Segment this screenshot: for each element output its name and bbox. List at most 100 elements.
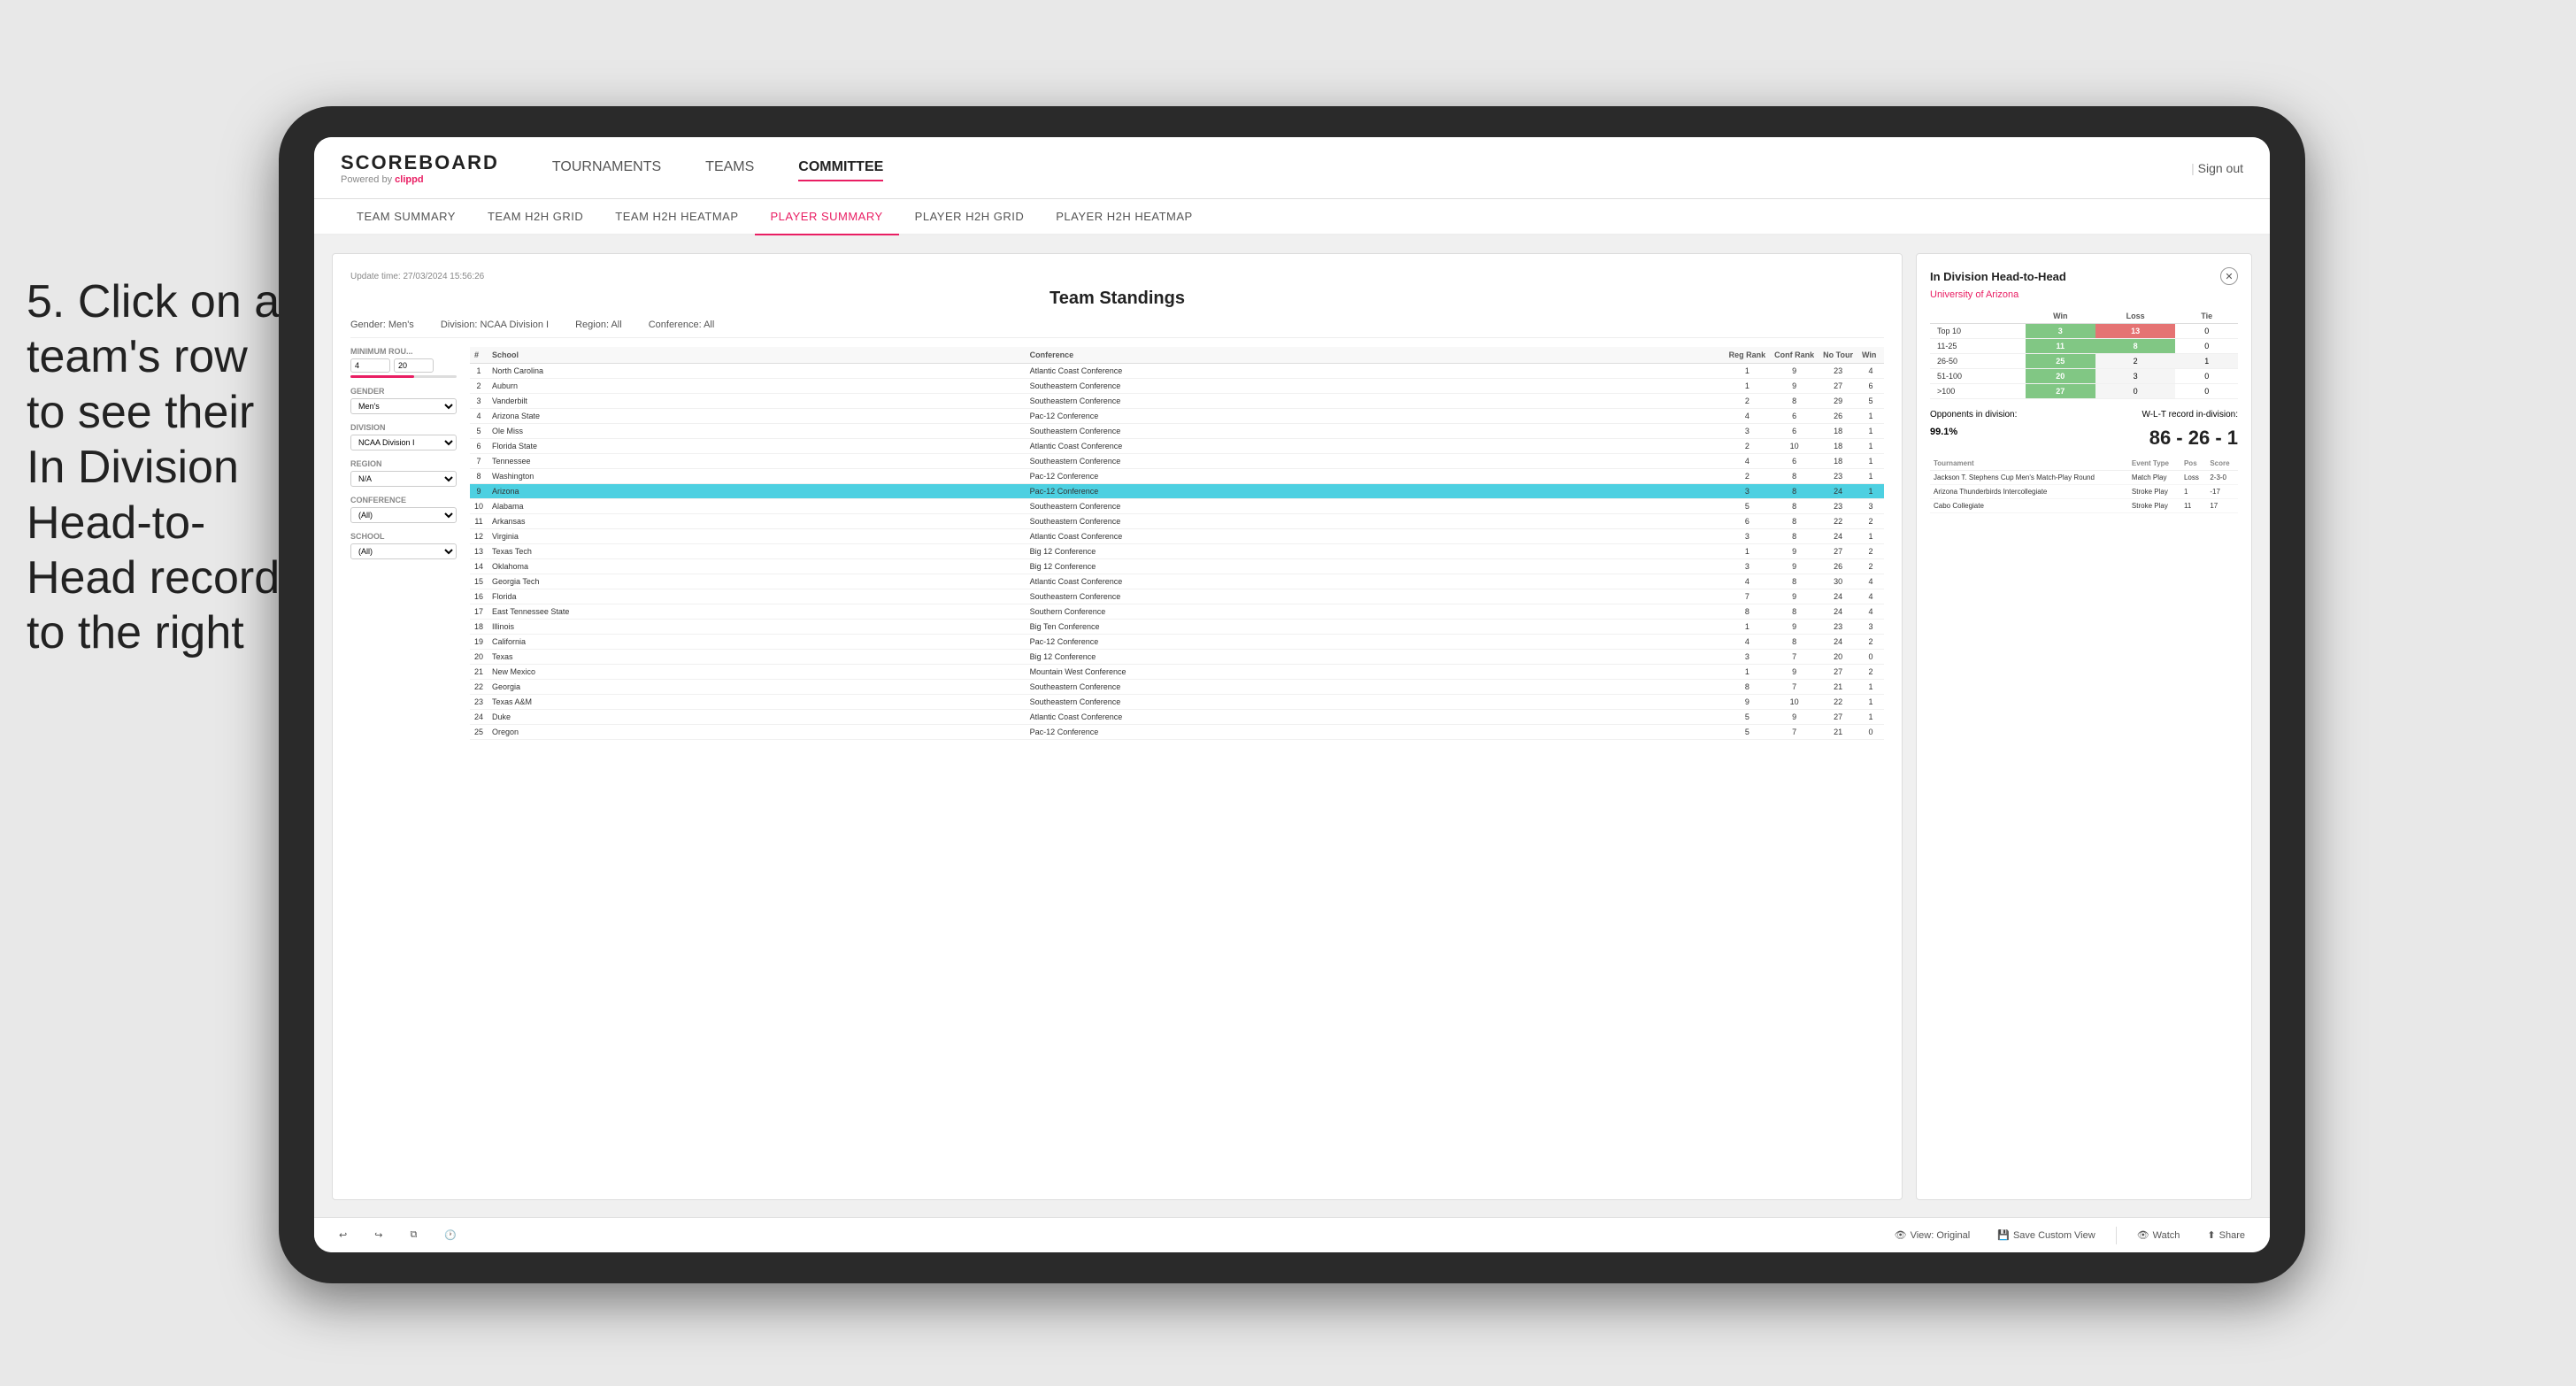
cell-school: Virginia [488, 529, 1026, 544]
redo-button[interactable]: ↪ [367, 1226, 389, 1244]
nav-tournaments[interactable]: TOURNAMENTS [552, 155, 661, 181]
cell-rank: 7 [470, 454, 488, 469]
col-no-tour: No Tour [1819, 347, 1857, 364]
cell-conf-rank: 8 [1770, 394, 1819, 409]
table-row[interactable]: 4 Arizona State Pac-12 Conference 4 6 26… [470, 409, 1884, 424]
table-row[interactable]: 25 Oregon Pac-12 Conference 5 7 21 0 [470, 725, 1884, 740]
table-row[interactable]: 5 Ole Miss Southeastern Conference 3 6 1… [470, 424, 1884, 439]
view-original-button[interactable]: 👁 View: Original [1888, 1226, 1978, 1244]
cell-win: 0 [1857, 650, 1884, 665]
nav-committee[interactable]: COMMITTEE [798, 155, 883, 181]
table-row[interactable]: 23 Texas A&M Southeastern Conference 9 1… [470, 695, 1884, 710]
h2h-loss: 2 [2095, 354, 2176, 369]
filter-conference-label: Conference [350, 496, 457, 504]
table-row[interactable]: 1 North Carolina Atlantic Coast Conferen… [470, 364, 1884, 379]
share-button[interactable]: ⬆ Share [2200, 1226, 2252, 1244]
tournament-table: Tournament Event Type Pos Score Jackson … [1930, 457, 2238, 513]
cell-rank: 11 [470, 514, 488, 529]
filter-region-label: Region [350, 459, 457, 468]
h2h-loss: 13 [2095, 324, 2176, 339]
table-row[interactable]: 14 Oklahoma Big 12 Conference 3 9 26 2 [470, 559, 1884, 574]
cell-reg-rank: 3 [1725, 529, 1771, 544]
tablet-frame: SCOREBOARD Powered by clippd TOURNAMENTS… [279, 106, 2305, 1283]
subnav-player-summary[interactable]: PLAYER SUMMARY [755, 199, 899, 235]
cell-conference: Pac-12 Conference [1026, 725, 1725, 740]
cell-rank: 10 [470, 499, 488, 514]
tour-col-type: Event Type [2128, 457, 2180, 471]
table-row[interactable]: 8 Washington Pac-12 Conference 2 8 23 1 [470, 469, 1884, 484]
subnav-team-h2h-heatmap[interactable]: TEAM H2H HEATMAP [599, 199, 754, 234]
subnav-player-h2h-grid[interactable]: PLAYER H2H GRID [899, 199, 1041, 234]
table-row[interactable]: 2 Auburn Southeastern Conference 1 9 27 … [470, 379, 1884, 394]
table-body: 1 North Carolina Atlantic Coast Conferen… [470, 364, 1884, 740]
cell-school: Ole Miss [488, 424, 1026, 439]
min-rounds-min-input[interactable] [350, 358, 390, 373]
cell-rank: 6 [470, 439, 488, 454]
save-custom-button[interactable]: 💾 Save Custom View [1990, 1226, 2102, 1244]
school-select[interactable]: (All) [350, 543, 457, 559]
table-row[interactable]: 22 Georgia Southeastern Conference 8 7 2… [470, 680, 1884, 695]
main-content: Update time: 27/03/2024 15:56:26 Team St… [314, 235, 2270, 1218]
cell-school: Florida [488, 589, 1026, 604]
tour-score: 17 [2206, 499, 2238, 513]
filter-division-label: Division [350, 423, 457, 432]
subnav-team-h2h-grid[interactable]: TEAM H2H GRID [472, 199, 599, 234]
h2h-close-button[interactable]: ✕ [2220, 267, 2238, 285]
standings-table: # School Conference Reg Rank Conf Rank N… [470, 347, 1884, 740]
table-row[interactable]: 10 Alabama Southeastern Conference 5 8 2… [470, 499, 1884, 514]
cell-no-tour: 23 [1819, 620, 1857, 635]
cell-win: 2 [1857, 635, 1884, 650]
subnav-player-h2h-heatmap[interactable]: PLAYER H2H HEATMAP [1040, 199, 1208, 234]
cell-conf-rank: 9 [1770, 559, 1819, 574]
h2h-grid-row: 26-50 25 2 1 [1930, 354, 2238, 369]
table-row[interactable]: 20 Texas Big 12 Conference 3 7 20 0 [470, 650, 1884, 665]
cell-conf-rank: 8 [1770, 529, 1819, 544]
filter-division: Division NCAA Division I [350, 423, 457, 450]
undo-button[interactable]: ↩ [332, 1226, 354, 1244]
sign-out-button[interactable]: Sign out [2191, 161, 2243, 175]
watch-button[interactable]: 👁 Watch [2130, 1226, 2188, 1244]
filter-region: Region N/A [350, 459, 457, 487]
table-row[interactable]: 12 Virginia Atlantic Coast Conference 3 … [470, 529, 1884, 544]
table-row[interactable]: 18 Illinois Big Ten Conference 1 9 23 3 [470, 620, 1884, 635]
tour-score: 2-3-0 [2206, 471, 2238, 485]
filter-gender: Gender Men's [350, 387, 457, 414]
table-row[interactable]: 16 Florida Southeastern Conference 7 9 2… [470, 589, 1884, 604]
nav-teams[interactable]: TEAMS [705, 155, 754, 181]
cell-reg-rank: 1 [1725, 364, 1771, 379]
table-row[interactable]: 15 Georgia Tech Atlantic Coast Conferenc… [470, 574, 1884, 589]
table-row[interactable]: 21 New Mexico Mountain West Conference 1… [470, 665, 1884, 680]
h2h-range: 11-25 [1930, 339, 2026, 354]
region-select[interactable]: N/A [350, 471, 457, 487]
cell-reg-rank: 1 [1725, 379, 1771, 394]
subnav-team-summary[interactable]: TEAM SUMMARY [341, 199, 472, 234]
table-row[interactable]: 7 Tennessee Southeastern Conference 4 6 … [470, 454, 1884, 469]
table-row[interactable]: 11 Arkansas Southeastern Conference 6 8 … [470, 514, 1884, 529]
cell-rank: 21 [470, 665, 488, 680]
cell-win: 1 [1857, 695, 1884, 710]
table-row[interactable]: 13 Texas Tech Big 12 Conference 1 9 27 2 [470, 544, 1884, 559]
division-select[interactable]: NCAA Division I [350, 435, 457, 450]
cell-conference: Big 12 Conference [1026, 544, 1725, 559]
conference-select[interactable]: (All) [350, 507, 457, 523]
cell-reg-rank: 3 [1725, 484, 1771, 499]
copy-button[interactable]: ⧉ [403, 1226, 424, 1244]
table-row[interactable]: 19 California Pac-12 Conference 4 8 24 2 [470, 635, 1884, 650]
cell-conf-rank: 8 [1770, 574, 1819, 589]
clock-button[interactable]: 🕐 [437, 1226, 464, 1244]
table-row[interactable]: 24 Duke Atlantic Coast Conference 5 9 27… [470, 710, 1884, 725]
tour-name: Arizona Thunderbirds Intercollegiate [1930, 485, 2128, 499]
table-row[interactable]: 6 Florida State Atlantic Coast Conferenc… [470, 439, 1884, 454]
watch-label: Watch [2153, 1230, 2180, 1241]
min-rounds-max-input[interactable] [394, 358, 434, 373]
logo-brand: clippd [395, 174, 423, 185]
cell-rank: 20 [470, 650, 488, 665]
table-row[interactable]: 9 Arizona Pac-12 Conference 3 8 24 1 [470, 484, 1884, 499]
panel-inner: Minimum Rou... Gender [350, 347, 1884, 1182]
gender-select[interactable]: Men's [350, 398, 457, 414]
table-row[interactable]: 3 Vanderbilt Southeastern Conference 2 8… [470, 394, 1884, 409]
cell-reg-rank: 7 [1725, 589, 1771, 604]
cell-win: 1 [1857, 484, 1884, 499]
table-row[interactable]: 17 East Tennessee State Southern Confere… [470, 604, 1884, 620]
tour-pos: 1 [2180, 485, 2206, 499]
